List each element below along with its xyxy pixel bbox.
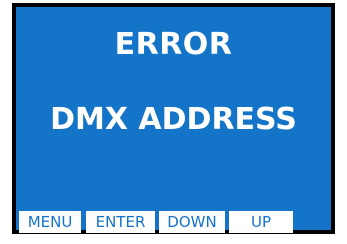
softkey-bar: MENU ENTER DOWN UP [16, 211, 331, 233]
error-title: ERROR [114, 27, 233, 62]
error-message: DMX ADDRESS [50, 102, 297, 137]
down-button[interactable]: DOWN [159, 211, 225, 233]
enter-button[interactable]: ENTER [86, 211, 155, 233]
up-button[interactable]: UP [229, 211, 293, 233]
lcd-screen: ERROR DMX ADDRESS MENU ENTER DOWN UP [12, 3, 335, 234]
menu-button[interactable]: MENU [19, 211, 81, 233]
